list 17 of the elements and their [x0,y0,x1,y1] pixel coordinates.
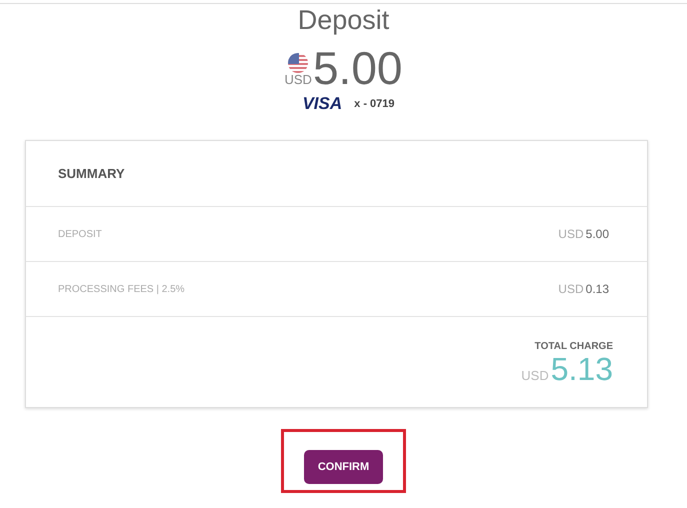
card-number: x - 0719 [354,98,395,110]
currency-label: USD [558,227,584,241]
flag-icon [288,53,308,73]
currency-label: USD [521,368,549,383]
summary-title: SUMMARY [58,166,125,181]
total-value: 5.13 [550,352,613,386]
row-value: 5.00 [586,227,609,241]
row-label: PROCESSING FEES | 2.5% [58,284,185,294]
row-label: DEPOSIT [58,228,102,240]
confirm-button[interactable]: CONFIRM [304,450,384,484]
page-title: Deposit [298,5,390,35]
card-brand: VISA [302,94,342,114]
currency-label: USD [284,73,312,87]
currency-label: USD [558,282,584,296]
total-label: TOTAL CHARGE [534,341,613,352]
amount-value: 5.00 [312,45,402,91]
row-value: 0.13 [586,282,609,296]
